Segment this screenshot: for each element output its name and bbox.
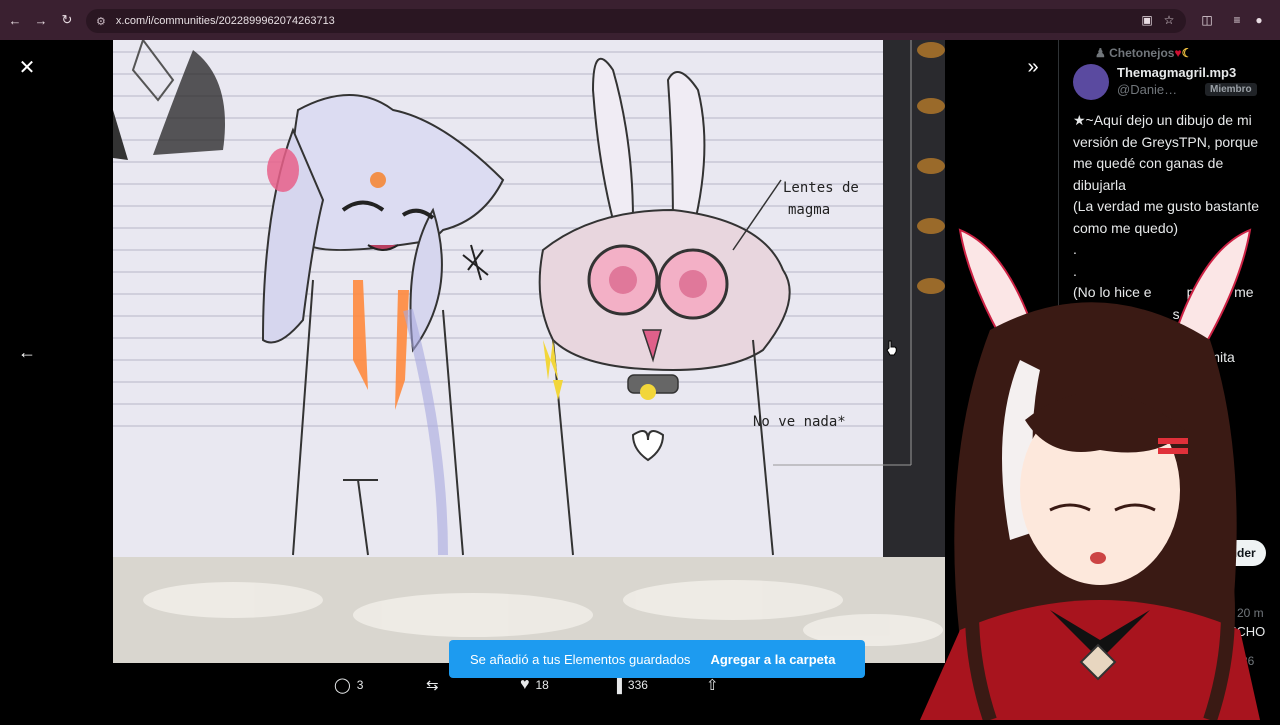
media-viewer: ✕ ← » Lentes de magma No ve nada* ♟ Chet… xyxy=(0,40,1280,723)
previous-media-button[interactable]: ← xyxy=(14,339,40,365)
community-icon: ♟ xyxy=(1095,46,1106,60)
star-icon[interactable]: ☆ xyxy=(1158,8,1180,32)
extensions-icon[interactable]: ◫ xyxy=(1196,8,1218,32)
vtuber-avatar-overlay xyxy=(900,210,1280,723)
close-button[interactable]: ✕ xyxy=(14,54,40,80)
forward-button[interactable]: → xyxy=(28,0,54,40)
back-button[interactable]: ← xyxy=(2,0,28,40)
moon-emoji-icon: ☾ xyxy=(1181,46,1193,60)
toast-message: Se añadió a tus Elementos guardados xyxy=(470,651,691,667)
url-text: x.com/i/communities/2022899962074263713 xyxy=(115,15,335,27)
close-icon: ✕ xyxy=(18,56,36,79)
site-settings-icon[interactable]: ⚙ xyxy=(96,15,106,28)
repost-action[interactable]: ⇆ xyxy=(426,674,439,696)
avatar[interactable] xyxy=(1073,64,1109,100)
arrow-right-icon: → xyxy=(34,12,48,28)
drawing-label-lentes-1: Lentes de xyxy=(783,180,859,196)
repost-icon: ⇆ xyxy=(426,677,439,694)
heart-icon: ♥ xyxy=(520,676,530,693)
drawing-label-no-ve: No ve nada* xyxy=(753,414,846,430)
user-handle[interactable]: @Danie… xyxy=(1117,82,1177,97)
profile-icon[interactable]: ● xyxy=(1248,8,1270,32)
reply-action[interactable]: ◯ 3 xyxy=(334,674,363,696)
post-image[interactable]: Lentes de magma No ve nada* xyxy=(113,40,945,663)
cast-icon[interactable]: ▣ xyxy=(1136,8,1158,32)
heart-emoji-icon: ♥ xyxy=(1174,46,1182,60)
reading-list-icon[interactable]: ≡ xyxy=(1226,8,1248,32)
hand-cursor-icon xyxy=(886,340,898,361)
comment-icon: ◯ xyxy=(334,677,351,694)
double-chevron-right-icon: » xyxy=(1027,55,1039,78)
bar-chart-icon: ▐ xyxy=(612,677,622,693)
toggle-sidebar-button[interactable]: » xyxy=(1020,54,1046,80)
drawing-label-lentes-2: magma xyxy=(788,202,830,218)
address-bar[interactable]: ⚙ x.com/i/communities/202289996207426371… xyxy=(86,9,1186,33)
share-icon: ⇧ xyxy=(706,677,719,694)
community-label[interactable]: ♟ Chetonejos♥☾ xyxy=(1095,46,1192,60)
member-badge: Miembro xyxy=(1205,83,1257,96)
reload-button[interactable]: ↻ xyxy=(54,0,80,40)
arrow-left-icon: ← xyxy=(8,12,22,28)
arrow-left-icon: ← xyxy=(18,341,36,362)
reload-icon: ↻ xyxy=(61,12,73,27)
add-to-folder-link[interactable]: Agregar a la carpeta xyxy=(710,652,835,667)
browser-toolbar: ← → ↻ ⚙ x.com/i/communities/202289996207… xyxy=(0,0,1280,40)
display-name[interactable]: Themagmagril.mp3 xyxy=(1117,65,1236,80)
bookmark-toast: Se añadió a tus Elementos guardados Agre… xyxy=(449,640,865,678)
